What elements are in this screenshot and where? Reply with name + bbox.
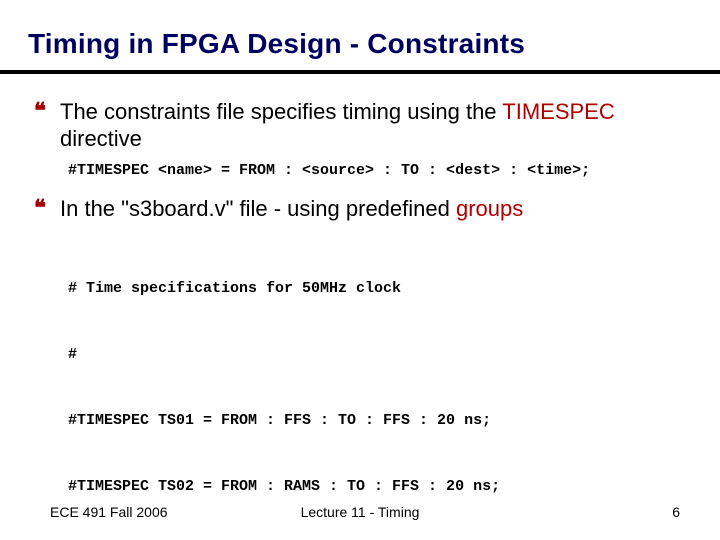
slide-title: Timing in FPGA Design - Constraints xyxy=(28,28,692,60)
syntax-line: #TIMESPEC <name> = FROM : <source> : TO … xyxy=(68,162,692,179)
title-rule xyxy=(0,70,720,74)
slide: Timing in FPGA Design - Constraints ❝ Th… xyxy=(0,0,720,540)
bullet-item: ❝ The constraints file specifies timing … xyxy=(34,98,692,152)
footer-center: Lecture 11 - Timing xyxy=(0,504,720,520)
code-line: # Time specifications for 50MHz clock xyxy=(68,278,692,300)
bullet-text-after: directive xyxy=(60,126,142,151)
bullet-icon: ❝ xyxy=(34,195,60,221)
code-line: #TIMESPEC TS02 = FROM : RAMS : TO : FFS … xyxy=(68,476,692,498)
content-block: ❝ The constraints file specifies timing … xyxy=(34,98,692,540)
bullet-keyword: TIMESPEC xyxy=(502,99,614,124)
bullet-keyword: groups xyxy=(456,196,523,221)
bullet-item: ❝ In the "s3board.v" file - using predef… xyxy=(34,195,692,222)
bullet-text-before: The constraints file specifies timing us… xyxy=(60,99,502,124)
bullet-text-before: In the "s3board.v" file - using predefin… xyxy=(60,196,456,221)
footer: ECE 491 Fall 2006 Lecture 11 - Timing 6 xyxy=(0,504,720,520)
bullet-text: The constraints file specifies timing us… xyxy=(60,98,692,152)
code-line: #TIMESPEC TS01 = FROM : FFS : TO : FFS :… xyxy=(68,410,692,432)
code-block: # Time specifications for 50MHz clock # … xyxy=(68,234,692,540)
bullet-text: In the "s3board.v" file - using predefin… xyxy=(60,195,523,222)
bullet-icon: ❝ xyxy=(34,98,60,124)
code-line: # xyxy=(68,344,692,366)
